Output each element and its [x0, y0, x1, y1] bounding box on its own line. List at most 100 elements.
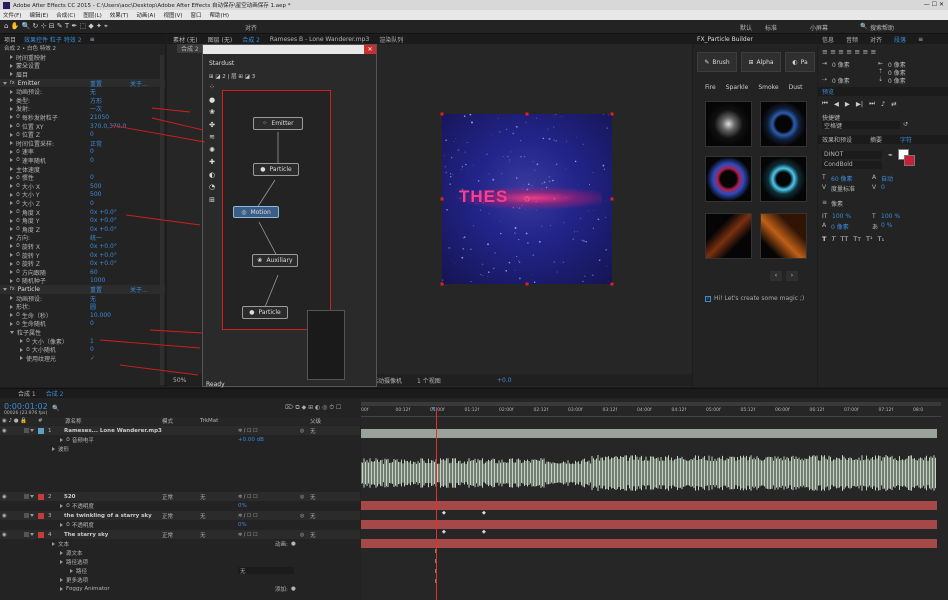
- particle-button[interactable]: ◐ Pa: [785, 52, 815, 72]
- parent-select[interactable]: 无: [310, 512, 316, 520]
- effect-property-row[interactable]: 动画预设: 无: [0, 294, 165, 303]
- tab-composition[interactable]: 合成 2: [242, 35, 260, 44]
- layer-row[interactable]: ◉ 4 The starry sky 正常 无 ✲ / ☐ ☐ ◎ 无: [0, 530, 360, 540]
- expand-toggle-icon[interactable]: [10, 175, 13, 180]
- expand-toggle-icon[interactable]: [20, 339, 23, 344]
- visibility-eye-icon[interactable]: ◉: [2, 428, 7, 434]
- visibility-eye-icon[interactable]: ◉: [2, 532, 7, 538]
- stopwatch-icon[interactable]: ⏱: [16, 278, 20, 284]
- stopwatch-icon[interactable]: ⏱: [16, 321, 20, 327]
- workspace-small[interactable]: 小屏幕: [810, 23, 828, 32]
- effect-property-row[interactable]: 类型: 方形: [0, 96, 165, 105]
- preset-thumb-1[interactable]: [705, 101, 752, 147]
- property-value[interactable]: 1000: [90, 277, 105, 284]
- stopwatch-icon[interactable]: ⏱: [16, 132, 20, 138]
- comp-tabs[interactable]: 素材 (无) 图层 (无) 合成 2 Rameses B - Lone Wand…: [167, 35, 692, 44]
- stopwatch-icon[interactable]: ⏱: [16, 269, 20, 275]
- reset-preview-icon[interactable]: ↺: [903, 121, 908, 128]
- effect-property-row[interactable]: 使用纹理光 ✓: [0, 354, 165, 363]
- trkmat-select[interactable]: 无: [200, 531, 206, 539]
- tab-character[interactable]: 字符: [900, 135, 912, 144]
- zoom-level[interactable]: 50%: [173, 377, 186, 384]
- paragraph-align-buttons[interactable]: ≡ ≡ ≡ ≡ ≡ ≡ ≡: [822, 48, 876, 56]
- first-frame-icon[interactable]: ⏮: [822, 99, 828, 108]
- property-value[interactable]: 统一: [90, 233, 102, 242]
- property-value[interactable]: 500: [90, 191, 101, 198]
- label-color-swatch[interactable]: [38, 493, 44, 500]
- effect-property-row[interactable]: 时间位置采样: 正常: [0, 139, 165, 148]
- next-page-button[interactable]: ›: [786, 271, 798, 281]
- effect-property-row[interactable]: ⏱ 大小随机 0: [0, 345, 165, 354]
- alpha-button[interactable]: ⊞ Alpha: [741, 52, 781, 72]
- layer-property-row[interactable]: 更多选项: [0, 575, 360, 584]
- expand-toggle-icon[interactable]: [60, 550, 63, 555]
- effect-property-row[interactable]: 形状: 圆: [0, 302, 165, 311]
- blend-mode-select[interactable]: 正常: [162, 531, 173, 539]
- layer-property-row[interactable]: 路径 无: [0, 566, 360, 575]
- playback-controls[interactable]: ⏮ ◀ ▶ ▶| ⏭ ♪ ⇄: [822, 99, 897, 108]
- stopwatch-icon[interactable]: ⏱: [66, 522, 70, 528]
- timeline-tabs[interactable]: 合成 1 合成 2: [0, 389, 948, 398]
- tab-dust[interactable]: Dust: [789, 84, 803, 91]
- tab-audio[interactable]: 音频: [846, 35, 858, 44]
- node-graph[interactable]: ⁘ Emitter ● Particle ◎ Motion ❀ Auxiliary ● P…: [222, 90, 331, 330]
- effect-group-row[interactable]: 时间重映射: [0, 53, 165, 62]
- lock-toggle[interactable]: [24, 513, 29, 519]
- right-panel-tabs[interactable]: 信息 音频 对齐 段落 ≡: [818, 35, 948, 44]
- effect-property-row[interactable]: ⏱ 角度 Z 0x +0.0°: [0, 225, 165, 234]
- expand-toggle-icon[interactable]: [20, 347, 23, 352]
- effect-property-row[interactable]: ⏱ 随机种子 1000: [0, 277, 165, 285]
- tab-align[interactable]: 对齐: [870, 35, 882, 44]
- stopwatch-icon[interactable]: ⏱: [16, 261, 20, 267]
- expand-toggle-icon[interactable]: [30, 495, 34, 499]
- property-value[interactable]: 0: [90, 131, 94, 138]
- tab-project[interactable]: 项目: [4, 35, 16, 44]
- property-value[interactable]: 0x +0.0°: [90, 217, 117, 224]
- tab-sparkle[interactable]: Sparkle: [726, 84, 749, 91]
- current-timecode[interactable]: 0:00:01:02: [4, 402, 48, 411]
- expand-toggle-icon[interactable]: [10, 270, 13, 275]
- stopwatch-icon[interactable]: ⏱: [66, 503, 70, 509]
- expand-toggle-icon[interactable]: [10, 218, 13, 223]
- audio-icon[interactable]: ♪: [881, 100, 885, 108]
- menu-item[interactable]: 视图(V): [163, 11, 182, 19]
- property-value[interactable]: 21050: [90, 114, 109, 121]
- stopwatch-icon[interactable]: ⏱: [66, 437, 70, 443]
- layer-name[interactable]: 520: [64, 494, 75, 500]
- font-family-select[interactable]: DINOT: [822, 151, 882, 159]
- effect-property-row[interactable]: ⏱ 角度 X 0x +0.0°: [0, 208, 165, 217]
- expand-toggle-icon[interactable]: [52, 446, 55, 451]
- expand-toggle-icon[interactable]: [60, 437, 63, 442]
- space-after-value[interactable]: 0 像素: [888, 76, 906, 85]
- effect-property-row[interactable]: ⏱ 位置 Z0: [0, 130, 165, 139]
- panel-menu-icon[interactable]: ≡: [90, 36, 95, 43]
- expand-toggle-icon[interactable]: [10, 132, 13, 137]
- layer-property-row[interactable]: Foggy Animator 添加: ●: [0, 584, 360, 593]
- label-color-swatch[interactable]: [38, 427, 44, 434]
- effect-property-row[interactable]: ⏱ 角度 Y 0x +0.0°: [0, 216, 165, 225]
- tab-effects-presets[interactable]: 效果和预设: [822, 135, 852, 144]
- effect-property-row[interactable]: ⏱ 旋转 Z 0x +0.0°: [0, 259, 165, 268]
- eyedropper-icon[interactable]: ✒: [888, 152, 893, 159]
- tab-audio-file[interactable]: Rameses B - Lone Wanderer.mp3: [270, 36, 369, 43]
- stopwatch-icon[interactable]: ⏱: [16, 157, 20, 163]
- expand-toggle-icon[interactable]: [10, 72, 13, 77]
- stopwatch-icon[interactable]: ⏱: [16, 192, 20, 198]
- play-icon[interactable]: ▶: [845, 100, 850, 108]
- col-parent[interactable]: 父级: [310, 417, 321, 425]
- keyframe-icon[interactable]: ◆: [482, 510, 486, 516]
- loop-icon[interactable]: ⇄: [891, 100, 896, 108]
- tab-info[interactable]: 信息: [822, 35, 834, 44]
- blend-mode-select[interactable]: 正常: [162, 512, 173, 520]
- expand-toggle-icon[interactable]: [10, 313, 13, 318]
- parent-pickwhip-icon[interactable]: ◎: [300, 532, 304, 538]
- property-value[interactable]: 0x +0.0°: [90, 243, 117, 250]
- preset-thumb-2[interactable]: [760, 101, 807, 147]
- effects-panel-tabs[interactable]: 项目 效果控件 粒子 特效 2 ≡: [0, 35, 165, 44]
- font-size-value[interactable]: 60 像素: [831, 174, 853, 183]
- fx-category-tabs[interactable]: Fire Sparkle Smoke Dust: [705, 84, 803, 91]
- expand-toggle-icon[interactable]: [10, 192, 13, 197]
- property-value[interactable]: 正常: [90, 139, 102, 148]
- horizontal-scale-value[interactable]: 100 %: [881, 213, 900, 220]
- about-button[interactable]: 关于...: [130, 79, 148, 88]
